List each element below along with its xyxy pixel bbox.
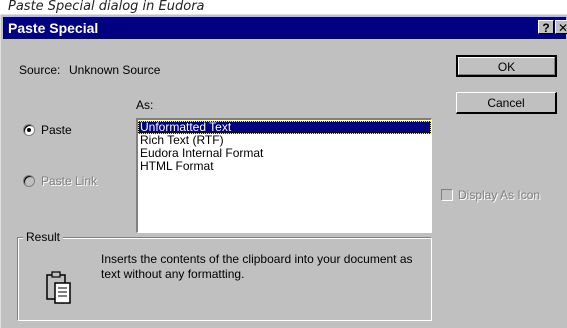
close-button[interactable]: ✕ (555, 20, 567, 35)
ok-button-label: OK (497, 60, 516, 74)
paste-link-radio (23, 175, 35, 187)
help-button[interactable]: ? (538, 20, 554, 35)
caption: Paste Special dialog in Eudora (8, 0, 205, 14)
ok-button[interactable]: OK (456, 55, 557, 77)
clipboard-paste-icon (46, 271, 71, 304)
format-listbox[interactable]: Unformatted Text Rich Text (RTF) Eudora … (136, 118, 432, 233)
paste-radio[interactable] (23, 124, 35, 136)
display-as-icon-label: Display As Icon (458, 188, 541, 202)
paste-link-radio-label: Paste Link (41, 174, 98, 188)
source-value: Unknown Source (69, 63, 161, 77)
result-legend: Result (23, 230, 64, 244)
source-label: Source: (19, 63, 61, 77)
display-as-icon-checkbox (441, 189, 453, 201)
close-icon: ✕ (557, 21, 567, 35)
help-icon: ? (542, 21, 550, 35)
cancel-button[interactable]: Cancel (456, 92, 557, 114)
title-bar[interactable]: Paste Special ? ✕ (3, 17, 567, 39)
format-item-html[interactable]: HTML Format (138, 160, 431, 173)
dialog-title: Paste Special (8, 20, 99, 36)
paste-radio-label[interactable]: Paste (41, 123, 72, 137)
as-label: As: (136, 98, 154, 112)
result-description: Inserts the contents of the clipboard in… (101, 252, 413, 281)
paste-special-dialog: Paste Special ? ✕ Source: Unknown Source… (0, 14, 567, 328)
